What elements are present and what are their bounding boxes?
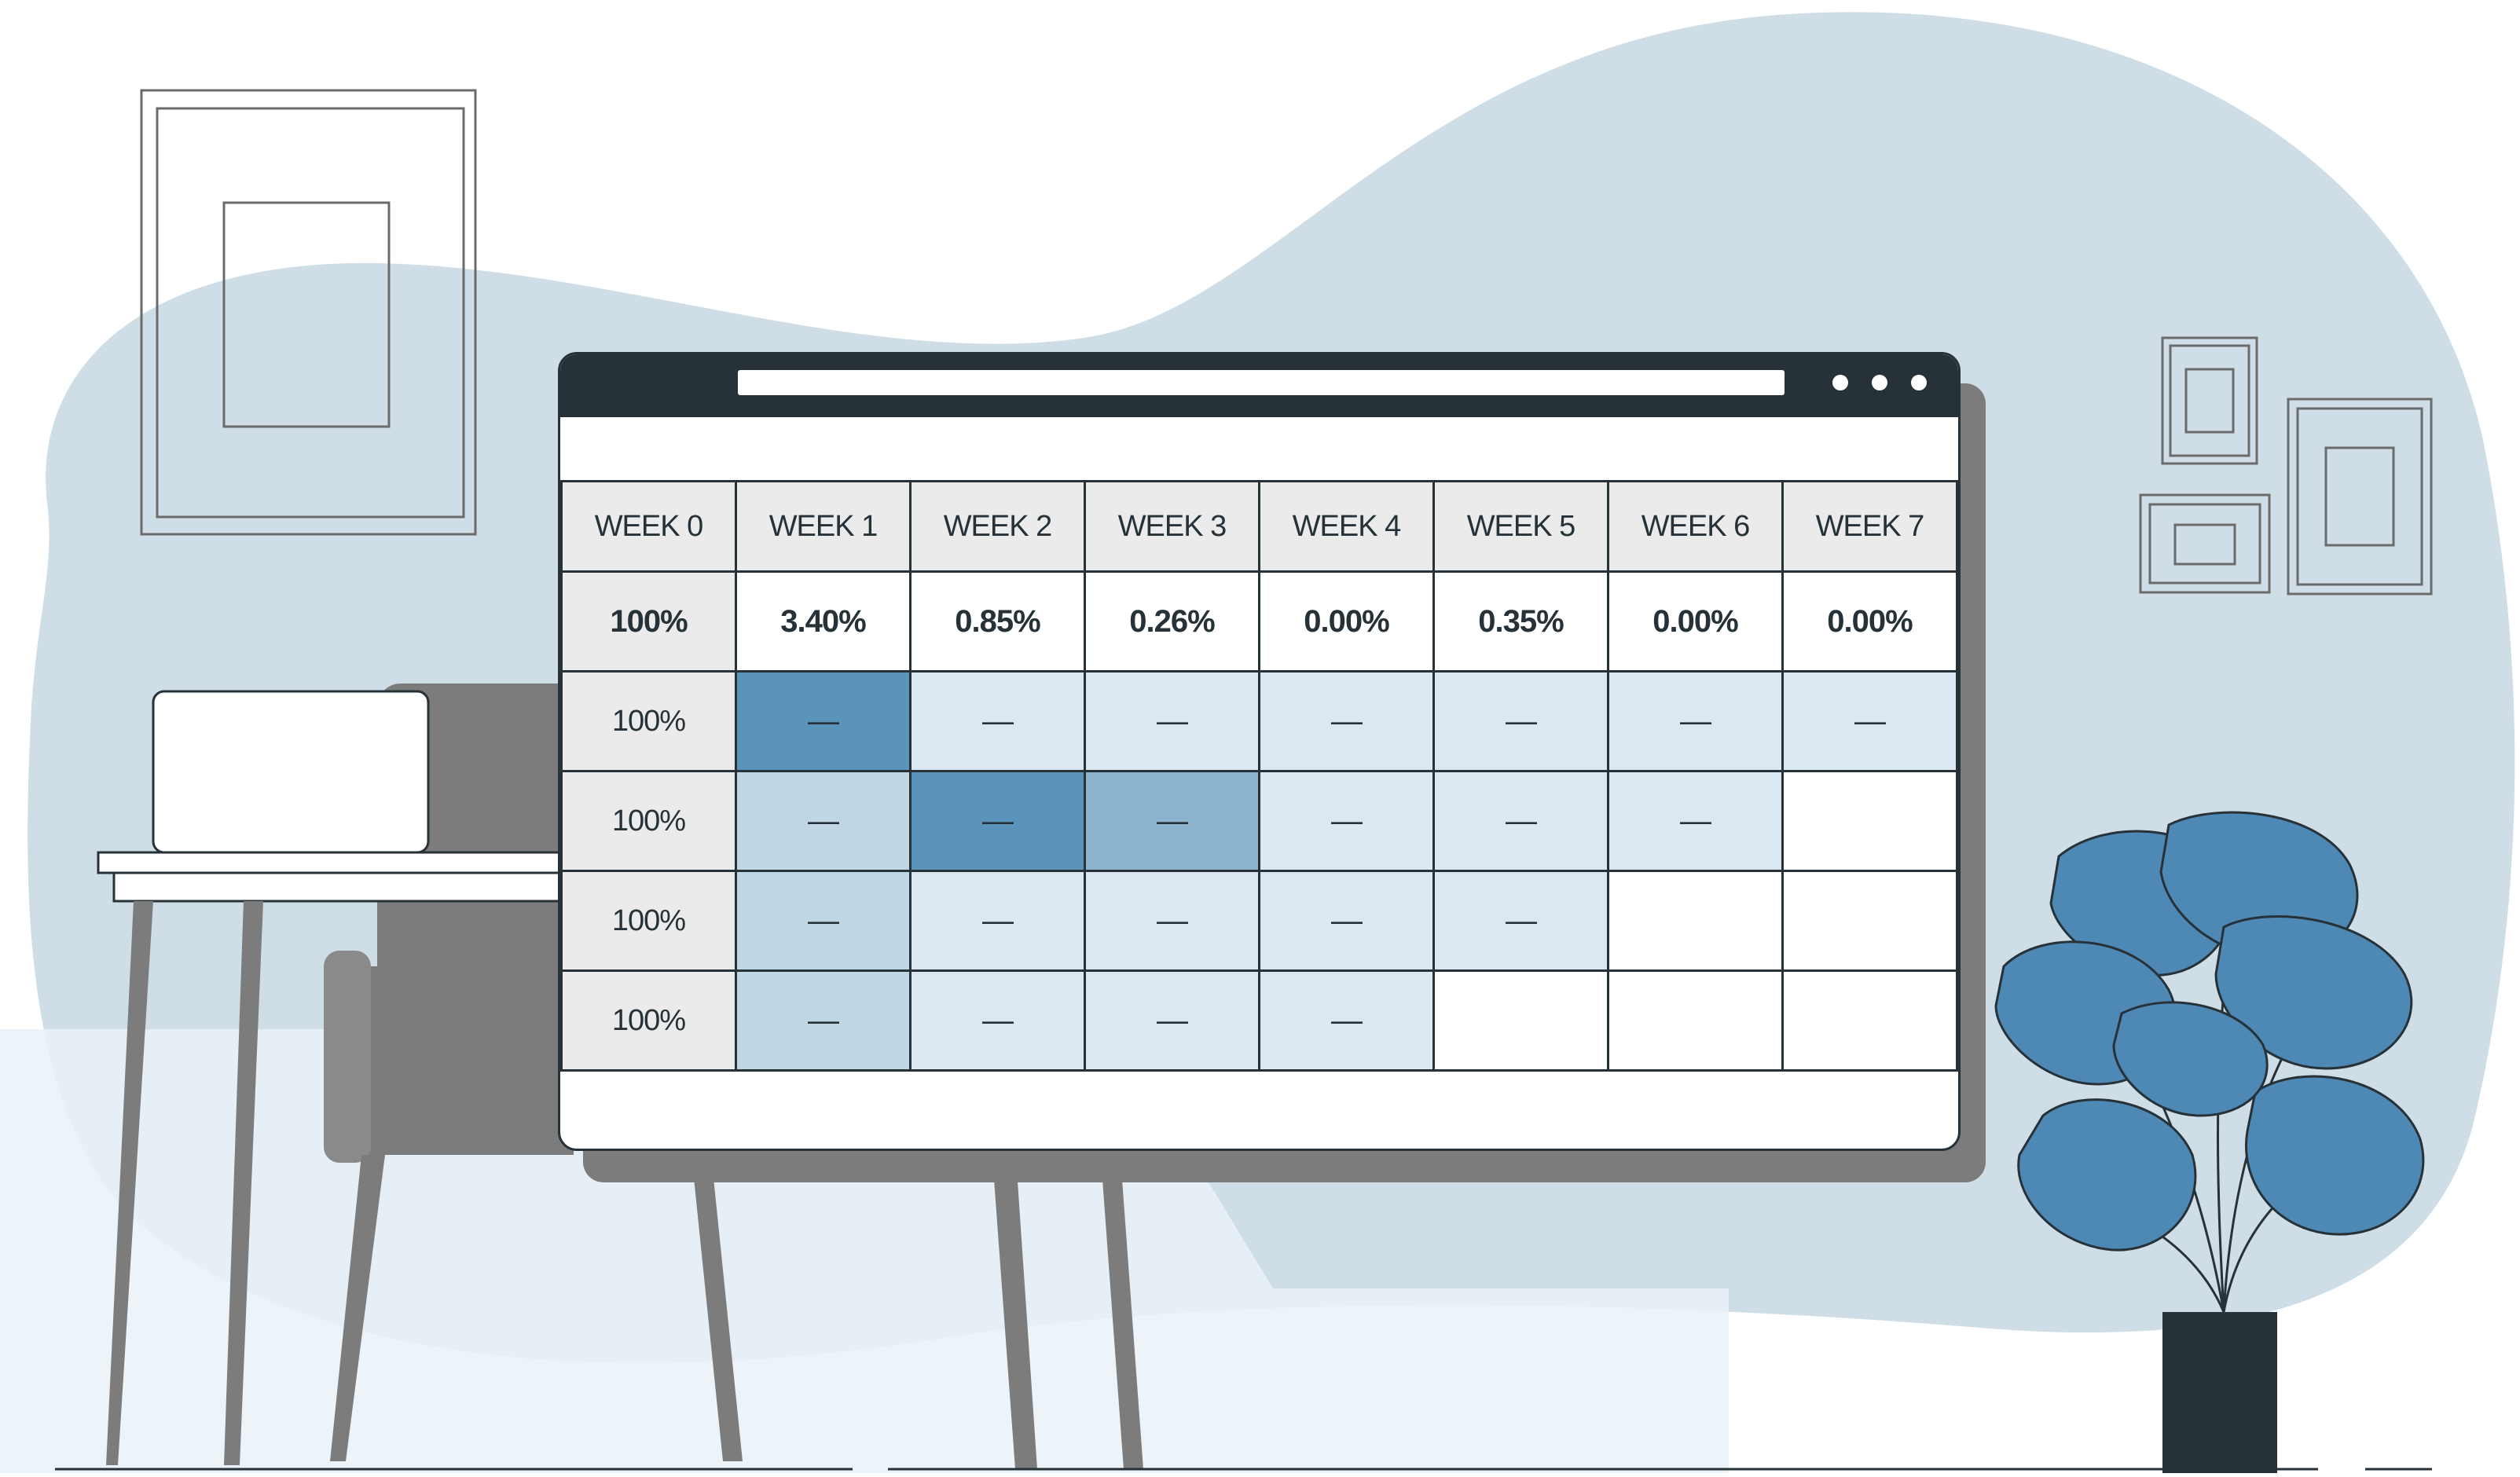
cohort-label: 100% <box>560 870 737 972</box>
dot-icon <box>1911 375 1927 390</box>
cell-value: — <box>1331 703 1363 738</box>
cell-value: — <box>1157 803 1188 838</box>
address-bar[interactable] <box>738 370 1785 395</box>
cohort-cell: — <box>1781 670 1958 772</box>
cohort-cell <box>1607 870 1784 972</box>
cohort-cell: — <box>909 770 1086 872</box>
cell-value: — <box>1157 1002 1188 1038</box>
cohort-cell: — <box>1607 670 1784 772</box>
plant-pot <box>2162 1312 2277 1473</box>
week-7-header: WEEK 7 <box>1781 480 1958 573</box>
retention-week-0: 100% <box>560 570 737 673</box>
retention-week-5: 0.35% <box>1432 570 1609 673</box>
cohort-cell: — <box>1258 770 1435 872</box>
table-row: 100% — — — — — <box>560 870 1958 972</box>
cohort-cell: — <box>735 969 912 1072</box>
cell-value: — <box>982 803 1014 838</box>
retention-week-7: 0.00% <box>1781 570 1958 673</box>
cohort-cell: — <box>1258 969 1435 1072</box>
cell-value: — <box>1506 803 1537 838</box>
table-row: 100% — — — — — — — <box>560 670 1958 772</box>
cell-value: — <box>1506 703 1537 738</box>
retention-week-3: 0.26% <box>1084 570 1260 673</box>
retention-week-4: 0.00% <box>1258 570 1435 673</box>
week-6-header: WEEK 6 <box>1607 480 1784 573</box>
cohort-cell <box>1781 870 1958 972</box>
retention-week-1: 3.40% <box>735 570 912 673</box>
cell-value: — <box>1331 803 1363 838</box>
table-row: 100% — — — — — — <box>560 770 1958 872</box>
dot-icon <box>1872 375 1887 390</box>
week-4-header: WEEK 4 <box>1258 480 1435 573</box>
window-dots-icon[interactable] <box>1832 375 1927 390</box>
cohort-cell: — <box>1084 670 1260 772</box>
cell-value: — <box>1680 703 1711 738</box>
week-1-header: WEEK 1 <box>735 480 912 573</box>
cohort-cell <box>1432 969 1609 1072</box>
cell-value: — <box>1506 903 1537 938</box>
cohort-cell: — <box>909 670 1086 772</box>
cohort-cell: — <box>1607 770 1784 872</box>
illustration-scene: WEEK 0 WEEK 1 WEEK 2 WEEK 3 WEEK 4 WEEK … <box>0 0 2520 1477</box>
cell-value: — <box>808 1002 839 1038</box>
week-0-header: WEEK 0 <box>560 480 737 573</box>
browser-titlebar <box>560 354 1958 417</box>
cell-value: — <box>1331 1002 1363 1038</box>
cell-value: — <box>808 803 839 838</box>
retention-rate-row: 100% 3.40% 0.85% 0.26% 0.00% 0.35% 0.00%… <box>560 570 1958 673</box>
retention-week-6: 0.00% <box>1607 570 1784 673</box>
cell-value: — <box>1680 803 1711 838</box>
cohort-retention-table: WEEK 0 WEEK 1 WEEK 2 WEEK 3 WEEK 4 WEEK … <box>560 480 1958 1072</box>
cohort-cell: — <box>909 870 1086 972</box>
cell-value: — <box>982 903 1014 938</box>
cell-value: — <box>808 903 839 938</box>
cohort-cell: — <box>1432 870 1609 972</box>
browser-frame: WEEK 0 WEEK 1 WEEK 2 WEEK 3 WEEK 4 WEEK … <box>558 352 1961 1151</box>
cohort-cell: — <box>735 670 912 772</box>
cohort-label: 100% <box>560 670 737 772</box>
cell-value: — <box>1331 903 1363 938</box>
cohort-cell <box>1781 969 1958 1072</box>
cohort-cell: — <box>1432 770 1609 872</box>
cohort-label: 100% <box>560 969 737 1072</box>
retention-week-2: 0.85% <box>909 570 1086 673</box>
cell-value: — <box>982 1002 1014 1038</box>
cell-value: — <box>1157 703 1188 738</box>
cohort-cell: — <box>1258 870 1435 972</box>
dot-icon <box>1832 375 1848 390</box>
week-3-header: WEEK 3 <box>1084 480 1260 573</box>
cell-value: — <box>982 703 1014 738</box>
laptop-icon <box>152 690 430 854</box>
week-5-header: WEEK 5 <box>1432 480 1609 573</box>
cohort-cell: — <box>1084 969 1260 1072</box>
cohort-cell: — <box>735 770 912 872</box>
cohort-cell: — <box>1258 670 1435 772</box>
week-2-header: WEEK 2 <box>909 480 1086 573</box>
cohort-cell: — <box>735 870 912 972</box>
table-header-row: WEEK 0 WEEK 1 WEEK 2 WEEK 3 WEEK 4 WEEK … <box>560 480 1958 573</box>
browser-window: WEEK 0 WEEK 1 WEEK 2 WEEK 3 WEEK 4 WEEK … <box>558 352 1986 1182</box>
table-row: 100% — — — — <box>560 969 1958 1072</box>
cohort-cell: — <box>1084 870 1260 972</box>
cohort-cell: — <box>1432 670 1609 772</box>
cell-value: — <box>1157 903 1188 938</box>
cell-value: — <box>808 703 839 738</box>
cohort-cell: — <box>909 969 1086 1072</box>
cohort-cell: — <box>1084 770 1260 872</box>
cohort-label: 100% <box>560 770 737 872</box>
cell-value: — <box>1854 703 1886 738</box>
cohort-cell <box>1607 969 1784 1072</box>
cohort-cell <box>1781 770 1958 872</box>
